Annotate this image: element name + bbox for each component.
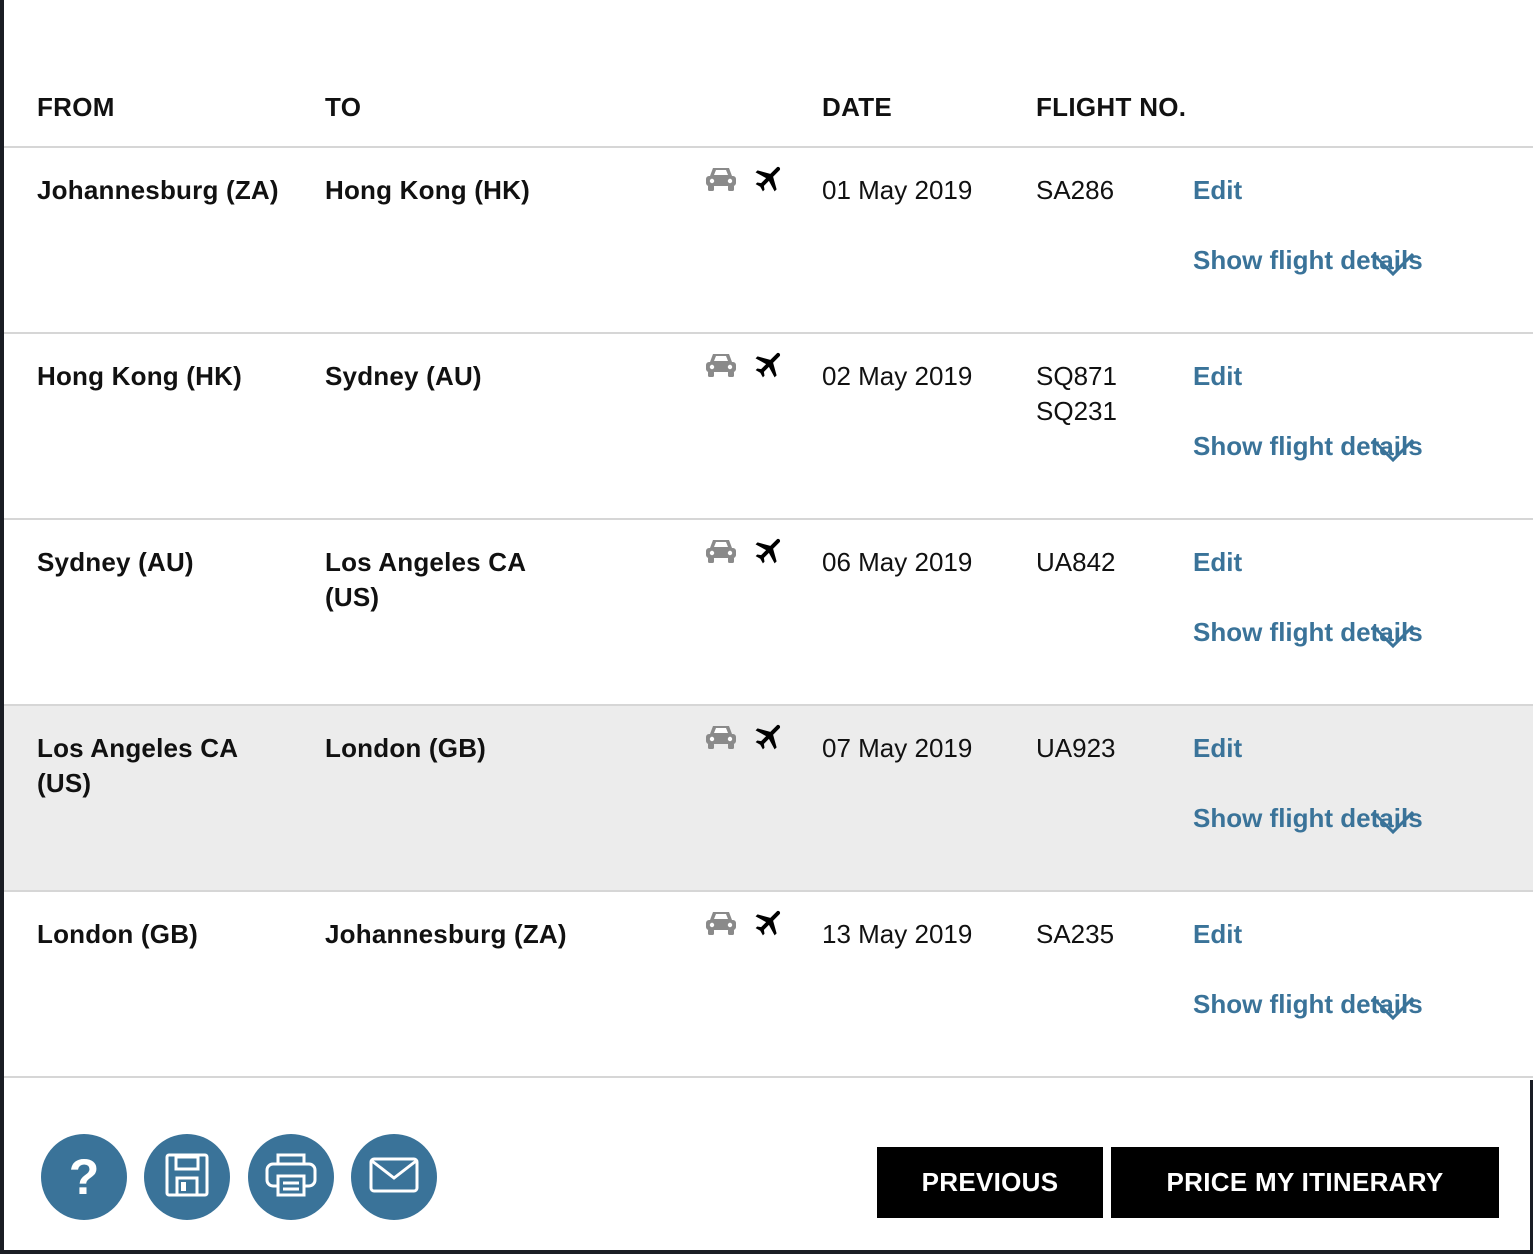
plane-icon[interactable] xyxy=(752,161,786,195)
car-icon[interactable] xyxy=(704,723,738,751)
flight-numbers: SQ871 SQ231 xyxy=(1036,359,1176,429)
plane-icon[interactable] xyxy=(752,905,786,939)
table-row: Hong Kong (HK) Sydney (AU) 02 May 2019 SQ87… xyxy=(4,334,1533,520)
flight-numbers: UA842 xyxy=(1036,545,1176,580)
chevron-down-icon xyxy=(1371,623,1415,658)
table-header: FROM TO DATE FLIGHT NO. xyxy=(4,0,1533,148)
edit-link[interactable]: Edit xyxy=(1193,731,1242,766)
email-icon xyxy=(369,1157,419,1198)
edit-link[interactable]: Edit xyxy=(1193,545,1242,580)
transport-icons xyxy=(704,346,786,382)
flight-date: 07 May 2019 xyxy=(822,733,973,763)
edit-link[interactable]: Edit xyxy=(1193,173,1242,208)
transport-icons xyxy=(704,532,786,568)
origin-city: Hong Kong (HK) xyxy=(37,361,242,391)
destination-city: Johannesburg (ZA) xyxy=(325,919,567,949)
origin-city: Johannesburg (ZA) xyxy=(37,175,279,205)
show-flight-details-link[interactable]: Show flight details xyxy=(1193,801,1423,836)
flight-date: 02 May 2019 xyxy=(822,361,973,391)
edit-link[interactable]: Edit xyxy=(1193,917,1242,952)
plane-icon[interactable] xyxy=(752,533,786,567)
flight-numbers: UA923 xyxy=(1036,731,1176,766)
print-icon xyxy=(264,1152,318,1203)
table-row: Los Angeles CA (US) London (GB) 07 May 201… xyxy=(4,706,1533,892)
destination-city: London (GB) xyxy=(325,733,487,763)
edit-link[interactable]: Edit xyxy=(1193,359,1242,394)
header-date: DATE xyxy=(822,92,893,122)
flight-number: SA286 xyxy=(1036,175,1115,205)
flight-numbers: SA286 xyxy=(1036,173,1176,208)
flight-number: UA923 xyxy=(1036,733,1116,763)
car-icon[interactable] xyxy=(704,537,738,565)
email-button[interactable] xyxy=(351,1134,437,1220)
header-to: TO xyxy=(325,92,362,122)
origin-city: London (GB) xyxy=(37,919,199,949)
destination-city: Sydney (AU) xyxy=(325,361,482,391)
chevron-down-icon xyxy=(1371,995,1415,1030)
table-row: Sydney (AU) Los Angeles CA (US) 06 May 201… xyxy=(4,520,1533,706)
flight-date: 06 May 2019 xyxy=(822,547,973,577)
table-row: Johannesburg (ZA) Hong Kong (HK) 01 May 20… xyxy=(4,148,1533,334)
show-flight-details-link[interactable]: Show flight details xyxy=(1193,243,1423,278)
flight-numbers: SA235 xyxy=(1036,917,1176,952)
transport-icons xyxy=(704,904,786,940)
previous-button[interactable]: PREVIOUS xyxy=(877,1147,1103,1218)
plane-icon[interactable] xyxy=(752,347,786,381)
plane-icon[interactable] xyxy=(752,719,786,753)
itinerary-table: Johannesburg (ZA) Hong Kong (HK) 01 May 20… xyxy=(4,148,1533,1078)
chevron-down-icon xyxy=(1371,809,1415,844)
help-button[interactable]: ? xyxy=(41,1134,127,1220)
chevron-down-icon xyxy=(1371,251,1415,286)
header-from: FROM xyxy=(37,92,115,122)
destination-city: Los Angeles CA (US) xyxy=(325,547,526,612)
chevron-down-icon xyxy=(1371,437,1415,472)
car-icon[interactable] xyxy=(704,165,738,193)
price-itinerary-button[interactable]: PRICE MY ITINERARY xyxy=(1111,1147,1499,1218)
help-icon: ? xyxy=(68,1149,100,1205)
car-icon[interactable] xyxy=(704,909,738,937)
flight-number: UA842 xyxy=(1036,547,1116,577)
flight-number: SQ871 xyxy=(1036,361,1117,391)
window-bottom-edge xyxy=(0,1250,1533,1254)
table-row: London (GB) Johannesburg (ZA) 13 May 2019 S… xyxy=(4,892,1533,1078)
save-button[interactable] xyxy=(144,1134,230,1220)
car-icon[interactable] xyxy=(704,351,738,379)
flight-date: 01 May 2019 xyxy=(822,175,973,205)
flight-date: 13 May 2019 xyxy=(822,919,973,949)
show-flight-details-link[interactable]: Show flight details xyxy=(1193,987,1423,1022)
transport-icons xyxy=(704,160,786,196)
show-flight-details-link[interactable]: Show flight details xyxy=(1193,429,1423,464)
destination-city: Hong Kong (HK) xyxy=(325,175,530,205)
flight-number: SQ231 xyxy=(1036,396,1117,426)
flight-number: SA235 xyxy=(1036,919,1115,949)
save-icon xyxy=(165,1153,209,1202)
show-flight-details-link[interactable]: Show flight details xyxy=(1193,615,1423,650)
header-flight-no: FLIGHT NO. xyxy=(1036,92,1187,122)
origin-city: Los Angeles CA (US) xyxy=(37,733,238,798)
origin-city: Sydney (AU) xyxy=(37,547,194,577)
transport-icons xyxy=(704,718,786,754)
print-button[interactable] xyxy=(248,1134,334,1220)
